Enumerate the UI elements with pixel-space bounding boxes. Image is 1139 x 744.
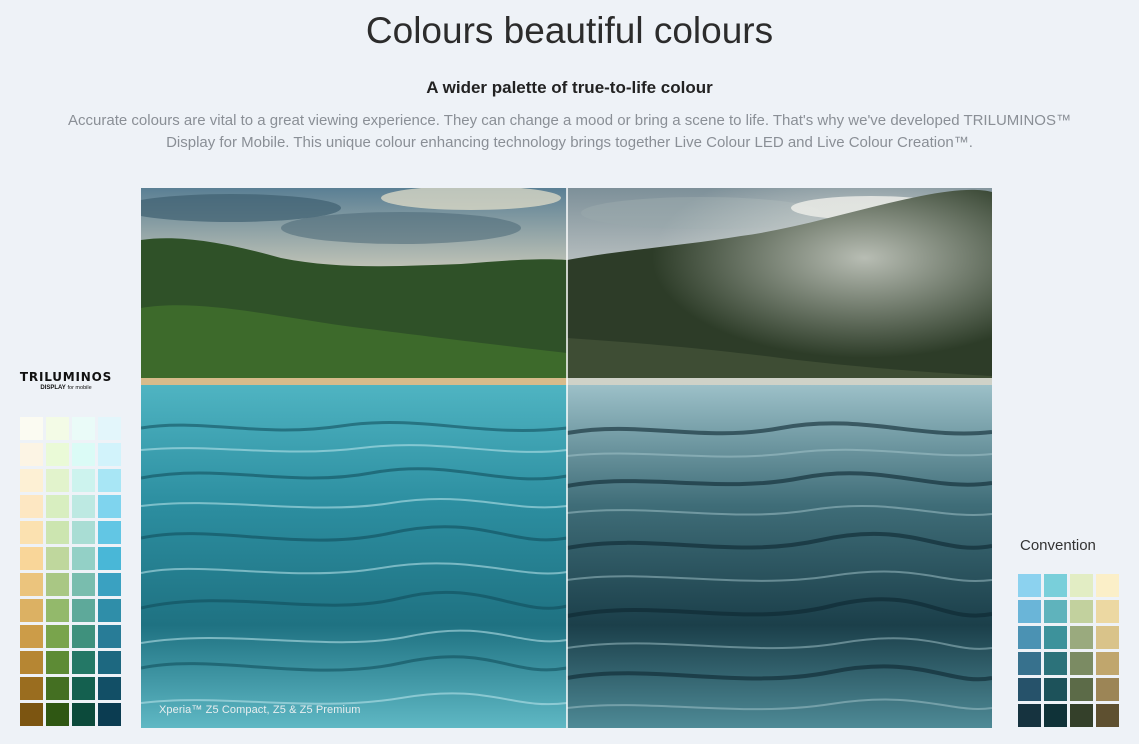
conventional-swatch [1018, 600, 1041, 623]
conventional-swatch [1018, 704, 1041, 727]
triluminos-swatch [72, 495, 95, 518]
triluminos-swatch [20, 495, 43, 518]
triluminos-swatch [46, 625, 69, 648]
triluminos-swatch [20, 677, 43, 700]
triluminos-swatch [98, 625, 121, 648]
conventional-swatch [1018, 626, 1041, 649]
conventional-colour-palette [1018, 574, 1119, 727]
triluminos-swatch [98, 573, 121, 596]
conventional-swatch [1018, 652, 1041, 675]
triluminos-swatch [98, 443, 121, 466]
triluminos-swatch [98, 599, 121, 622]
triluminos-swatch [98, 651, 121, 674]
triluminos-swatch [72, 573, 95, 596]
triluminos-suffix: for mobile [67, 385, 92, 391]
triluminos-swatch [98, 521, 121, 544]
triluminos-swatch [72, 547, 95, 570]
triluminos-swatch [98, 547, 121, 570]
conventional-swatch [1044, 574, 1067, 597]
triluminos-colour-palette [20, 417, 121, 726]
triluminos-swatch [72, 677, 95, 700]
triluminos-tagline: DISPLAY for mobile [19, 385, 113, 391]
conventional-swatch [1096, 678, 1119, 701]
conventional-swatch [1096, 704, 1119, 727]
triluminos-swatch [72, 625, 95, 648]
triluminos-brand: TRILUMINOS [19, 370, 113, 384]
triluminos-swatch [20, 573, 43, 596]
intro-description: Accurate colours are vital to a great vi… [68, 112, 1071, 151]
conventional-swatch [1018, 678, 1041, 701]
conventional-swatch [1018, 574, 1041, 597]
triluminos-swatch [72, 703, 95, 726]
triluminos-swatch [98, 495, 121, 518]
triluminos-swatch [98, 703, 121, 726]
comparison-divider[interactable] [566, 188, 568, 728]
triluminos-swatch [46, 443, 69, 466]
conventional-swatch [1096, 626, 1119, 649]
triluminos-swatch [20, 443, 43, 466]
page-title: Colours beautiful colours [365, 10, 774, 51]
conventional-swatch [1044, 626, 1067, 649]
triluminos-swatch [20, 625, 43, 648]
triluminos-swatch [20, 599, 43, 622]
triluminos-swatch [46, 495, 69, 518]
triluminos-swatch [72, 417, 95, 440]
conventional-swatch [1044, 600, 1067, 623]
conventional-swatch [1096, 652, 1119, 675]
triluminos-swatch [98, 417, 121, 440]
device-caption: Xperia™ Z5 Compact, Z5 & Z5 Premium [159, 704, 361, 716]
triluminos-swatch [20, 703, 43, 726]
triluminos-swatch [72, 469, 95, 492]
triluminos-swatch [46, 573, 69, 596]
triluminos-swatch [46, 469, 69, 492]
comparison-image[interactable]: Xperia™ Z5 Compact, Z5 & Z5 Premium [141, 188, 992, 728]
triluminos-swatch [46, 547, 69, 570]
conventional-swatch [1070, 652, 1093, 675]
triluminos-swatch [20, 651, 43, 674]
triluminos-logo: TRILUMINOS DISPLAY for mobile [19, 370, 113, 391]
triluminos-swatch [98, 469, 121, 492]
triluminos-swatch [72, 521, 95, 544]
triluminos-swatch [72, 443, 95, 466]
triluminos-swatch [46, 677, 69, 700]
conventional-label: Convention [1020, 537, 1096, 554]
triluminos-swatch [46, 599, 69, 622]
triluminos-swatch [20, 417, 43, 440]
conventional-swatch [1044, 678, 1067, 701]
triluminos-display-text: DISPLAY [40, 385, 66, 391]
conventional-swatch [1070, 574, 1093, 597]
conventional-swatch [1070, 600, 1093, 623]
conventional-swatch [1096, 600, 1119, 623]
triluminos-swatch [46, 651, 69, 674]
conventional-swatch [1070, 704, 1093, 727]
triluminos-swatch [72, 599, 95, 622]
conventional-swatch [1044, 652, 1067, 675]
triluminos-swatch [72, 651, 95, 674]
triluminos-swatch [46, 703, 69, 726]
triluminos-swatch [46, 521, 69, 544]
triluminos-swatch [20, 547, 43, 570]
triluminos-swatch [20, 521, 43, 544]
conventional-swatch [1096, 574, 1119, 597]
conventional-swatch [1044, 704, 1067, 727]
triluminos-swatch [20, 469, 43, 492]
triluminos-swatch [98, 677, 121, 700]
conventional-swatch [1070, 678, 1093, 701]
conventional-swatch [1070, 626, 1093, 649]
page-subtitle: A wider palette of true-to-life colour [426, 78, 713, 97]
triluminos-swatch [46, 417, 69, 440]
